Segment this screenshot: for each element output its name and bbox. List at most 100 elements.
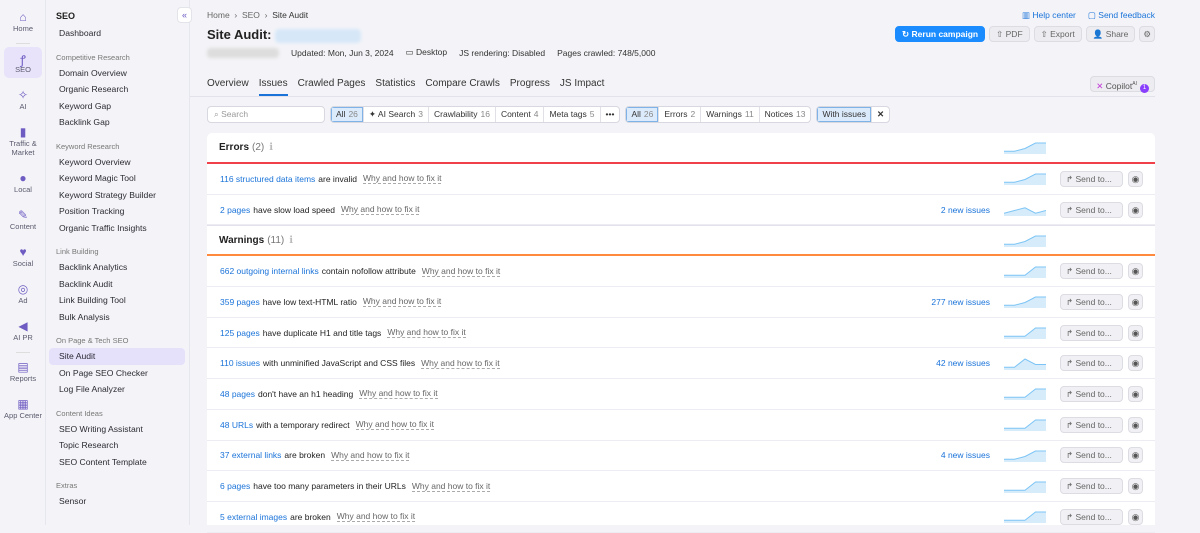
- send-to-button[interactable]: ↱ Send to...: [1060, 170, 1123, 187]
- new-issues-link[interactable]: 277 new issues: [931, 297, 990, 307]
- send-to-button[interactable]: ↱ Send to...: [1060, 355, 1123, 372]
- send-feedback-link[interactable]: ▢ Send feedback: [1088, 10, 1155, 21]
- pdf-button[interactable]: ⇧ PDF: [989, 26, 1030, 42]
- why-fix-link[interactable]: Why and how to fix it: [411, 481, 491, 492]
- breadcrumb-home[interactable]: Home: [207, 10, 230, 20]
- rail-item-traffic-market[interactable]: ▮ Traffic & Market: [4, 121, 42, 161]
- filter-[interactable]: •••: [601, 107, 620, 122]
- rail-item-ai[interactable]: ✧ AI: [4, 84, 42, 115]
- tab-overview[interactable]: Overview: [207, 78, 249, 96]
- issue-link[interactable]: 48 URLs: [220, 420, 253, 430]
- tab-issues[interactable]: Issues: [258, 78, 288, 96]
- new-issues-link[interactable]: 4 new issues: [941, 450, 990, 460]
- hide-issue-button[interactable]: ◉: [1128, 293, 1143, 310]
- new-issues-link[interactable]: 42 new issues: [936, 358, 990, 368]
- hide-issue-button[interactable]: ◉: [1128, 263, 1143, 280]
- sidebar-item-seo-writing-assistant[interactable]: SEO Writing Assistant: [49, 421, 185, 438]
- why-fix-link[interactable]: Why and how to fix it: [387, 327, 466, 339]
- hide-issue-button[interactable]: ◉: [1128, 508, 1143, 525]
- sidebar-item-link-building-tool[interactable]: Link Building Tool: [49, 292, 185, 309]
- why-fix-link[interactable]: Why and how to fix it: [341, 204, 420, 216]
- why-fix-link[interactable]: Why and how to fix it: [421, 358, 500, 369]
- why-fix-link[interactable]: Why and how to fix it: [421, 266, 501, 277]
- issue-link[interactable]: 125 pages: [220, 328, 260, 338]
- rail-item-app-center[interactable]: ▦ App Center: [4, 393, 42, 424]
- issue-link[interactable]: 5 external images: [220, 512, 287, 522]
- issue-link[interactable]: 48 pages: [220, 389, 255, 399]
- sidebar-item-log-file-analyzer[interactable]: Log File Analyzer: [49, 381, 185, 398]
- issue-link[interactable]: 116 structured data items: [220, 174, 315, 184]
- sidebar-item-keyword-magic-tool[interactable]: Keyword Magic Tool: [49, 170, 185, 187]
- sidebar-item-site-audit[interactable]: Site Audit: [49, 348, 185, 365]
- search-input[interactable]: ⌕ Search: [207, 106, 325, 123]
- rail-item-ad[interactable]: ◎ Ad: [4, 278, 42, 309]
- sidebar-item-backlink-analytics[interactable]: Backlink Analytics: [49, 259, 185, 276]
- why-fix-link[interactable]: Why and how to fix it: [336, 511, 416, 523]
- why-fix-link[interactable]: Why and how to fix it: [362, 296, 442, 308]
- send-to-button[interactable]: ↱ Send to...: [1060, 508, 1123, 525]
- hide-issue-button[interactable]: ◉: [1128, 201, 1143, 218]
- why-fix-link[interactable]: Why and how to fix it: [359, 388, 438, 400]
- sidebar-item-organic-research[interactable]: Organic Research: [49, 81, 185, 98]
- sidebar-item-domain-overview[interactable]: Domain Overview: [49, 65, 185, 82]
- send-to-button[interactable]: ↱ Send to...: [1060, 385, 1123, 402]
- rail-item-content[interactable]: ✎ Content: [4, 204, 42, 235]
- rail-item-home[interactable]: ⌂ Home: [4, 6, 42, 37]
- filter-errors[interactable]: Errors 2: [659, 107, 702, 122]
- rerun-campaign-button[interactable]: ↻ Rerun campaign: [895, 26, 986, 42]
- tab-js-impact[interactable]: JS Impact: [560, 78, 604, 96]
- issue-link[interactable]: 110 issues: [220, 358, 260, 368]
- new-issues-link[interactable]: 2 new issues: [941, 205, 990, 215]
- issue-link[interactable]: 662 outgoing internal links: [220, 266, 319, 276]
- info-icon[interactable]: ℹ: [269, 142, 273, 153]
- issue-link[interactable]: 359 pages: [220, 297, 260, 307]
- hide-issue-button[interactable]: ◉: [1128, 170, 1143, 187]
- issue-link[interactable]: 2 pages: [220, 205, 250, 215]
- filter-ai-search[interactable]: ✦ AI Search 3: [364, 107, 429, 122]
- hide-issue-button[interactable]: ◉: [1128, 478, 1143, 495]
- hide-issue-button[interactable]: ◉: [1128, 447, 1143, 464]
- info-icon[interactable]: ℹ: [289, 235, 293, 246]
- send-to-button[interactable]: ↱ Send to...: [1060, 263, 1123, 280]
- export-button[interactable]: ⇧ Export: [1033, 26, 1082, 42]
- filter-all[interactable]: All 26: [331, 107, 364, 122]
- sidebar-item-backlink-gap[interactable]: Backlink Gap: [49, 114, 185, 131]
- tab-statistics[interactable]: Statistics: [375, 78, 415, 96]
- share-button[interactable]: 👤 Share: [1085, 26, 1136, 42]
- why-fix-link[interactable]: Why and how to fix it: [331, 450, 410, 461]
- sidebar-item-organic-traffic-insights[interactable]: Organic Traffic Insights: [49, 220, 185, 237]
- hide-issue-button[interactable]: ◉: [1128, 416, 1143, 433]
- sidebar-item-keyword-gap[interactable]: Keyword Gap: [49, 98, 185, 115]
- with-issues-toggle[interactable]: With issues: [817, 107, 872, 122]
- sidebar-item-on-page-seo-checker[interactable]: On Page SEO Checker: [49, 365, 185, 382]
- rail-item-social[interactable]: ♥ Social: [4, 241, 42, 272]
- filter-meta-tags[interactable]: Meta tags 5: [544, 107, 601, 122]
- why-fix-link[interactable]: Why and how to fix it: [355, 419, 435, 431]
- send-to-button[interactable]: ↱ Send to...: [1060, 324, 1123, 341]
- send-to-button[interactable]: ↱ Send to...: [1060, 447, 1123, 464]
- sidebar-item-sensor[interactable]: Sensor: [49, 493, 185, 510]
- clear-filter-button[interactable]: ✕: [872, 107, 889, 122]
- breadcrumb-seo[interactable]: SEO: [242, 10, 260, 20]
- hide-issue-button[interactable]: ◉: [1128, 385, 1143, 402]
- sidebar-item-keyword-overview[interactable]: Keyword Overview: [49, 154, 185, 171]
- issue-link[interactable]: 6 pages: [220, 481, 250, 491]
- rail-item-seo[interactable]: ꝭ SEO: [4, 47, 42, 78]
- hide-issue-button[interactable]: ◉: [1128, 324, 1143, 341]
- send-to-button[interactable]: ↱ Send to...: [1060, 416, 1123, 433]
- why-fix-link[interactable]: Why and how to fix it: [363, 173, 442, 185]
- settings-button[interactable]: ⚙: [1139, 26, 1155, 42]
- sidebar-item-position-tracking[interactable]: Position Tracking: [49, 203, 185, 220]
- rail-item-local[interactable]: ● Local: [4, 167, 42, 198]
- help-center-link[interactable]: ▥ Help center: [1022, 10, 1076, 21]
- filter-content[interactable]: Content 4: [496, 107, 545, 122]
- sidebar-item-topic-research[interactable]: Topic Research: [49, 437, 185, 454]
- sidebar-item-backlink-audit[interactable]: Backlink Audit: [49, 276, 185, 293]
- filter-all[interactable]: All 26: [626, 107, 660, 122]
- send-to-button[interactable]: ↱ Send to...: [1060, 478, 1123, 495]
- sidebar-item-dashboard[interactable]: Dashboard: [49, 25, 185, 42]
- sidebar-item-keyword-strategy-builder[interactable]: Keyword Strategy Builder: [49, 187, 185, 204]
- hide-issue-button[interactable]: ◉: [1128, 355, 1143, 372]
- filter-warnings[interactable]: Warnings 11: [701, 107, 760, 122]
- filter-crawlability[interactable]: Crawlability 16: [429, 107, 496, 122]
